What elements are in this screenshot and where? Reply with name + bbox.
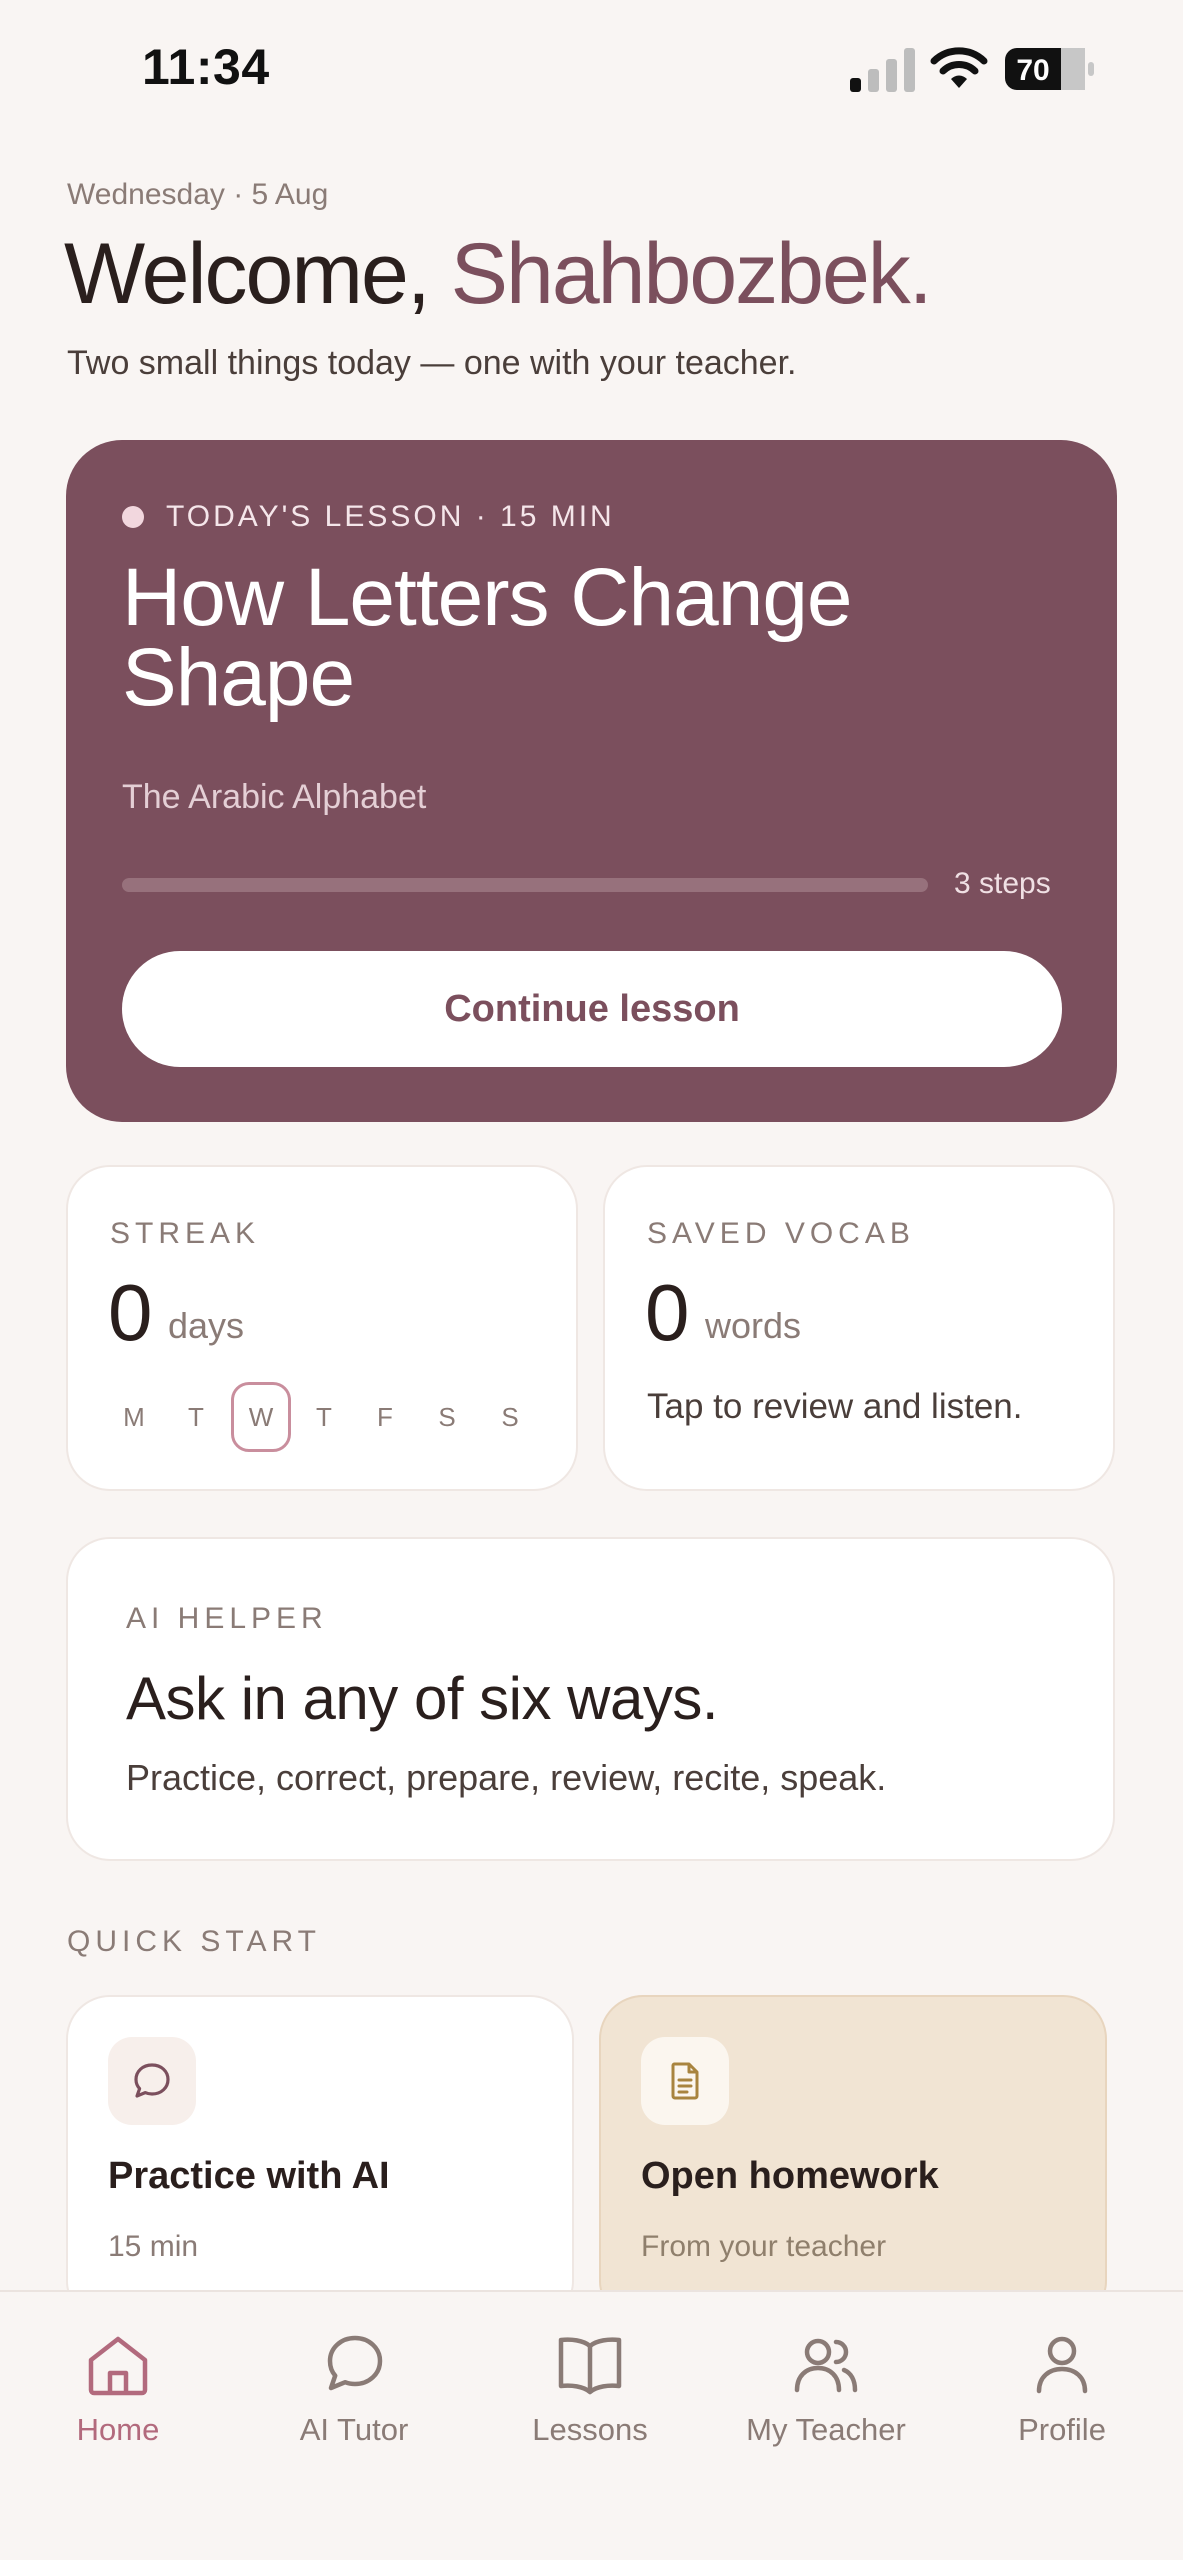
quick-start-label: QUICK START [67, 1925, 321, 1958]
wifi-icon [930, 47, 988, 88]
lesson-dot-icon [122, 506, 144, 528]
chat-bubble-icon [327, 2335, 383, 2391]
cellular-signal-icon [850, 48, 915, 92]
people-icon [794, 2338, 858, 2393]
status-bar: 11:34 70 [0, 0, 1183, 140]
bottom-nav: Home AI Tutor Lessons My Teacher Profile [0, 2290, 1183, 2560]
ai-helper-title: Ask in any of six ways. [126, 1665, 719, 1732]
vocab-value: 0 [645, 1268, 690, 1357]
lesson-steps: 3 steps [954, 867, 1051, 900]
vocab-unit: words [705, 1305, 802, 1346]
book-icon [558, 2337, 622, 2395]
person-icon [1036, 2336, 1088, 2394]
battery-level: 70 [1016, 54, 1049, 87]
nav-label-home: Home [76, 2412, 160, 2447]
continue-lesson-button[interactable]: Continue lesson [122, 951, 1062, 1067]
practice-with-ai-card[interactable]: Practice with AI 15 min [66, 1995, 574, 2325]
streak-day: T [188, 1401, 204, 1432]
nav-label-ai-tutor: AI Tutor [299, 2412, 409, 2447]
open-homework-title: Open homework [641, 2155, 939, 2197]
streak-value: 0 [108, 1268, 153, 1357]
streak-day: T [316, 1401, 332, 1432]
streak-label: STREAK [110, 1217, 261, 1250]
nav-item-profile[interactable]: Profile [944, 2330, 1180, 2460]
streak-day: M [123, 1401, 145, 1432]
status-time: 11:34 [142, 39, 270, 95]
home-screen: 11:34 70 Wednesday · 5 Aug Welcome, Shah… [0, 0, 1183, 2560]
streak-day: F [377, 1401, 393, 1432]
lesson-title: How Letters Change Shape [122, 552, 853, 723]
todays-lesson-card[interactable]: TODAY'S LESSON · 15 MIN How Letters Chan… [66, 440, 1117, 1122]
ai-helper-card[interactable]: AI HELPER Ask in any of six ways. Practi… [66, 1537, 1115, 1861]
date-label: Wednesday · 5 Aug [67, 178, 329, 211]
streak-card[interactable]: STREAK 0 days M T W T F S S [66, 1165, 578, 1491]
nav-item-home[interactable]: Home [0, 2330, 236, 2460]
nav-item-my-teacher[interactable]: My Teacher [708, 2330, 944, 2460]
ai-helper-text: Practice, correct, prepare, review, reci… [126, 1757, 887, 1798]
nav-item-lessons[interactable]: Lessons [472, 2330, 708, 2460]
nav-label-lessons: Lessons [532, 2412, 648, 2447]
lesson-meta: TODAY'S LESSON · 15 MIN [122, 500, 615, 534]
ai-helper-label: AI HELPER [126, 1602, 328, 1635]
document-icon [641, 2037, 729, 2125]
open-homework-card[interactable]: Open homework From your teacher [599, 1995, 1107, 2325]
open-homework-subtitle: From your teacher [641, 2230, 887, 2263]
welcome-subtitle: Two small things today — one with your t… [67, 344, 797, 382]
welcome-heading: Welcome, Shahbozbek. [64, 225, 933, 324]
user-name: Shahbozbek. [450, 226, 933, 322]
battery-icon: 70 [1005, 48, 1094, 90]
practice-with-ai-subtitle: 15 min [108, 2230, 199, 2263]
practice-with-ai-title: Practice with AI [108, 2155, 390, 2197]
lesson-progress-bar [122, 878, 928, 892]
home-icon [88, 2336, 148, 2396]
streak-week: M T W T F S S [90, 1382, 560, 1452]
lesson-meta-label: TODAY'S LESSON · 15 MIN [166, 500, 615, 533]
saved-vocab-card[interactable]: SAVED VOCAB 0 words Tap to review and li… [603, 1165, 1115, 1491]
streak-day-today: W [231, 1382, 291, 1452]
streak-day: S [438, 1401, 456, 1432]
vocab-hint: Tap to review and listen. [647, 1387, 1023, 1426]
streak-day: S [501, 1401, 519, 1432]
nav-label-my-teacher: My Teacher [746, 2412, 906, 2447]
welcome-prefix: Welcome, [64, 226, 451, 322]
chat-bubble-icon [108, 2037, 196, 2125]
streak-unit: days [168, 1305, 245, 1346]
nav-item-ai-tutor[interactable]: AI Tutor [236, 2330, 472, 2460]
lesson-course: The Arabic Alphabet [122, 778, 427, 816]
nav-label-profile: Profile [1018, 2412, 1106, 2447]
vocab-label: SAVED VOCAB [647, 1217, 915, 1250]
